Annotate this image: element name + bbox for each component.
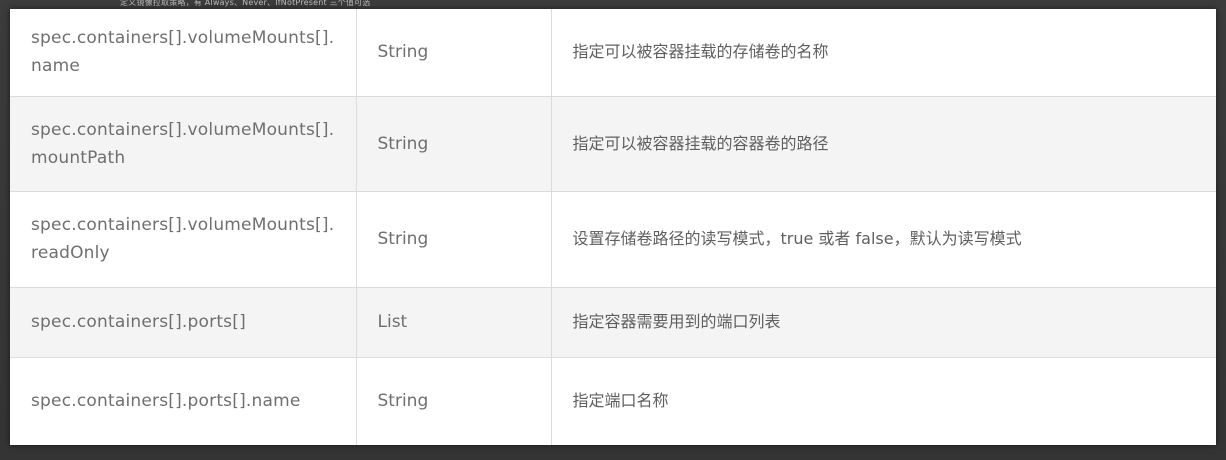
parameter-description-cell: 设置存储卷路径的读写模式，true 或者 false，默认为读写模式 [550, 190, 1216, 288]
table-row: spec.containers[].volumeMounts[].mountPa… [10, 95, 1216, 192]
table-row: spec.containers[].volumeMounts[].readOnl… [10, 190, 1216, 288]
parameter-name-cell: spec.containers[].volumeMounts[].mountPa… [10, 95, 357, 192]
parameter-type-cell: String [355, 190, 552, 288]
parameter-description-cell: 指定端口名称 [550, 356, 1216, 445]
parameter-type-cell: List [355, 286, 552, 358]
table-row: spec.containers[].ports[] List 指定容器需要用到的… [10, 286, 1216, 358]
parameter-type-cell: String [355, 9, 552, 97]
parameter-description-cell: 指定容器需要用到的端口列表 [550, 286, 1216, 358]
table-row: spec.containers[].volumeMounts[].name St… [10, 9, 1216, 97]
parameter-table: spec.containers[].volumeMounts[].name St… [10, 9, 1216, 445]
parameter-name-cell: spec.containers[].volumeMounts[].name [10, 9, 357, 97]
parameter-name-cell: spec.containers[].volumeMounts[].readOnl… [10, 190, 357, 288]
background-note-text: 定义镜像拉取策略，有 Always、Never、IfNotPresent 三个值… [120, 0, 371, 7]
parameter-type-cell: String [355, 95, 552, 192]
parameter-name-cell: spec.containers[].ports[] [10, 286, 357, 358]
document-sheet: spec.containers[].volumeMounts[].name St… [10, 9, 1216, 445]
table-row: spec.containers[].ports[].name String 指定… [10, 356, 1216, 445]
parameter-description-cell: 指定可以被容器挂载的容器卷的路径 [550, 95, 1216, 192]
parameter-type-cell: String [355, 356, 552, 445]
parameter-name-cell: spec.containers[].ports[].name [10, 356, 357, 445]
parameter-description-cell: 指定可以被容器挂载的存储卷的名称 [550, 9, 1216, 97]
